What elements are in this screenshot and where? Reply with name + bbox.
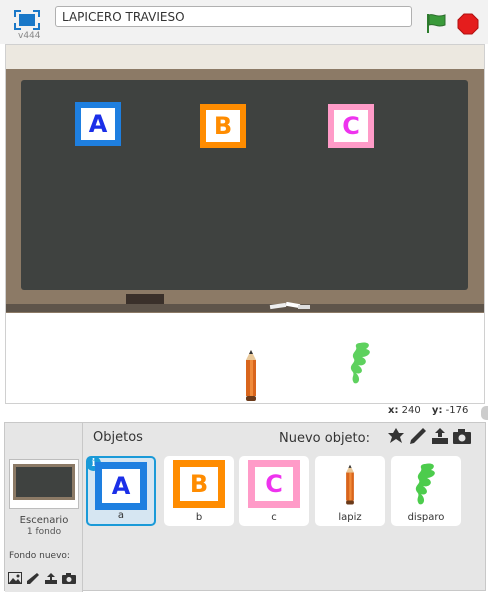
tile-b-letter: B xyxy=(213,112,233,140)
sprite-b-on-stage[interactable]: B xyxy=(200,104,246,148)
mouse-coordinates: x: 240 y: -176 xyxy=(388,405,468,416)
sprite-panel: Escenario 1 fondo Fondo nuevo: Objetos N… xyxy=(4,422,486,592)
sprite-item-b[interactable]: B b xyxy=(164,456,234,526)
x-label: x: xyxy=(388,405,399,416)
top-bar: v444 xyxy=(0,0,488,44)
sprite-c-thumb: C xyxy=(255,467,293,501)
pencil-sprite[interactable] xyxy=(242,350,260,402)
sprite-item-label: c xyxy=(271,512,277,523)
sprite-a-on-stage[interactable]: A xyxy=(75,102,121,146)
sprite-item-disparo[interactable]: disparo xyxy=(391,456,461,526)
stage-column: Escenario 1 fondo Fondo nuevo: xyxy=(5,423,83,592)
shot-splash-sprite[interactable] xyxy=(346,341,376,387)
stage-resize-handle[interactable] xyxy=(481,406,488,420)
pencil-thumb-icon xyxy=(343,460,357,514)
sprite-item-c[interactable]: C c xyxy=(239,456,309,526)
sprite-item-a[interactable]: i A a xyxy=(86,456,156,526)
camera-sprite-icon[interactable] xyxy=(453,427,471,445)
sprite-item-lapiz[interactable]: lapiz xyxy=(315,456,385,526)
stop-icon[interactable] xyxy=(457,13,479,35)
splash-thumb-icon xyxy=(411,460,441,514)
camera-backdrop-icon[interactable] xyxy=(62,569,76,584)
stage-name-label: Escenario xyxy=(19,515,69,526)
new-backdrop-icons xyxy=(8,569,76,584)
tile-a-letter: A xyxy=(88,110,108,138)
eraser xyxy=(126,294,164,304)
new-object-label: Nuevo objeto: xyxy=(279,431,370,446)
stage-thumbnail[interactable] xyxy=(9,459,79,509)
y-label: y: xyxy=(431,405,443,416)
sprite-item-label: a xyxy=(117,510,125,521)
version-label: v444 xyxy=(18,31,41,41)
sprite-library-icon[interactable] xyxy=(387,427,405,445)
project-title-input[interactable] xyxy=(55,6,412,27)
green-flag-icon[interactable] xyxy=(425,12,447,34)
paint-sprite-icon[interactable] xyxy=(409,427,427,445)
new-backdrop-label: Fondo nuevo: xyxy=(9,551,70,561)
sprite-item-label: b xyxy=(195,512,203,523)
sprite-item-label: lapiz xyxy=(338,512,362,523)
upload-backdrop-icon[interactable] xyxy=(44,569,58,584)
tile-c-letter: C xyxy=(342,112,360,140)
chalk-tray xyxy=(6,304,484,312)
sprite-list: i A a B b C c lapiz disparo xyxy=(83,453,485,590)
sprite-item-label: disparo xyxy=(407,512,445,523)
new-object-icons xyxy=(387,427,471,445)
stage[interactable]: A B C xyxy=(5,44,485,404)
x-value: 240 xyxy=(401,405,421,416)
sprite-b-thumb: B xyxy=(180,467,218,501)
sprite-a-thumb: A xyxy=(102,469,140,503)
objects-label: Objetos xyxy=(93,430,143,445)
upload-sprite-icon[interactable] xyxy=(431,427,449,445)
backdrop-library-icon[interactable] xyxy=(8,569,22,584)
paint-backdrop-icon[interactable] xyxy=(26,569,40,584)
chalk-pieces xyxy=(268,295,314,310)
backdrop-count-label: 1 fondo xyxy=(26,527,62,537)
y-value: -176 xyxy=(445,405,469,416)
sprite-c-on-stage[interactable]: C xyxy=(328,104,374,148)
